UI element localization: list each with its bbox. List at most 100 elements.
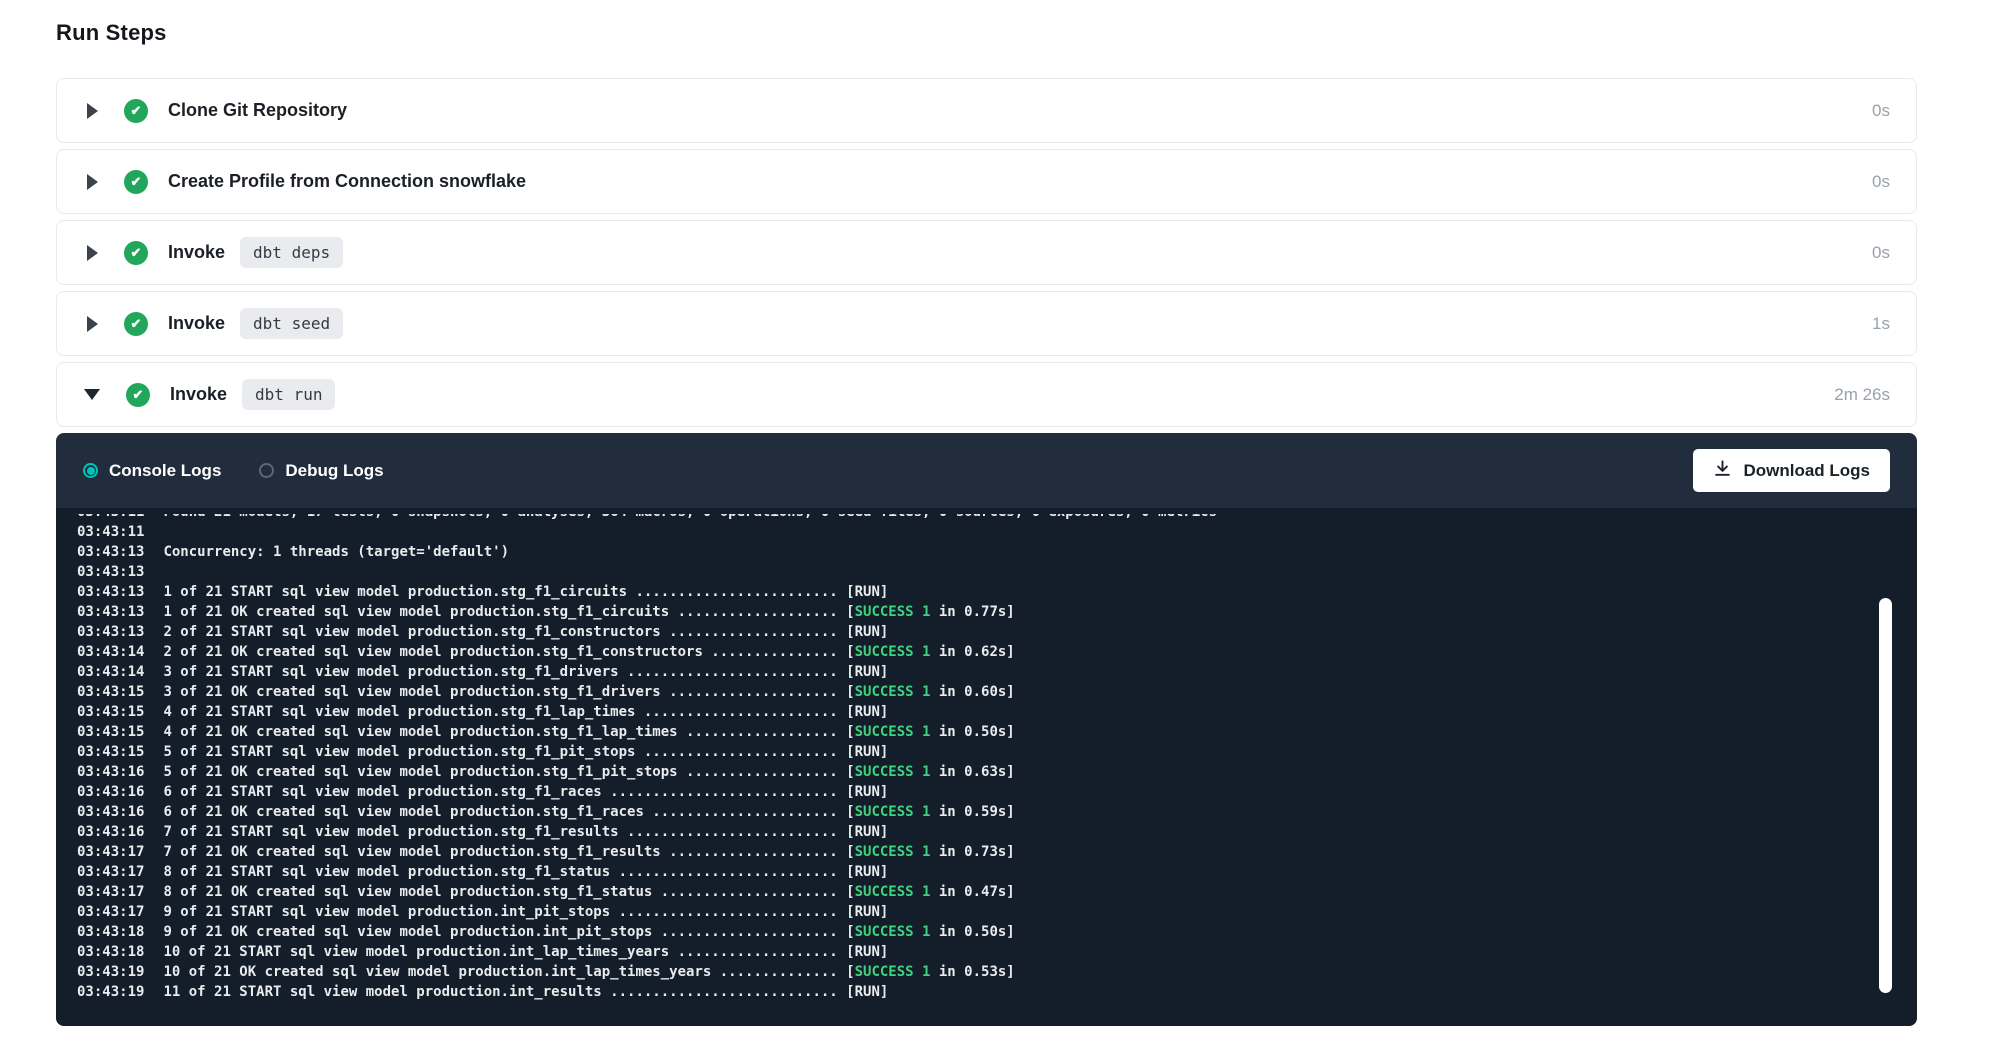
log-message-tail: in 0.63s] (930, 764, 1014, 780)
run-steps-page: Run Steps ✔Clone Git Repository0s✔Create… (0, 20, 2000, 1049)
log-line: 03:43:13 2 of 21 START sql view model pro… (77, 622, 1857, 642)
step-duration: 0s (1872, 172, 1890, 192)
log-success-tag: SUCCESS 1 (855, 604, 931, 620)
caret-down-icon[interactable] (84, 389, 100, 400)
log-success-tag: SUCCESS 1 (855, 884, 931, 900)
log-success-tag: SUCCESS 1 (855, 844, 931, 860)
log-timestamp: 03:43:15 (77, 704, 144, 720)
log-timestamp: 03:43:13 (77, 624, 144, 640)
log-line: 03:43:178 of 21 OK created sql view mode… (77, 882, 1857, 902)
step-command-chip: dbt seed (240, 308, 343, 339)
log-message: 5 of 21 OK created sql view model produc… (163, 764, 854, 780)
log-message-tail: in 0.50s] (930, 924, 1014, 940)
log-success-tag: SUCCESS 1 (855, 804, 931, 820)
log-timestamp: 03:43:17 (77, 844, 144, 860)
log-message: 10 of 21 START sql view model production… (163, 944, 888, 960)
log-message: 3 of 21 START sql view model production.… (163, 664, 888, 680)
log-lines: 03:43:11Found 21 models, 17 tests, 0 sna… (77, 514, 1857, 1026)
log-message-tail: in 0.73s] (930, 844, 1014, 860)
log-line: 03:43:154 of 21 START sql view model pro… (77, 702, 1857, 722)
step-label: Create Profile from Connection snowflake (168, 171, 526, 192)
log-message-tail: in 0.50s] (930, 724, 1014, 740)
download-logs-button[interactable]: Download Logs (1693, 449, 1890, 492)
run-steps-list: ✔Clone Git Repository0s✔Create Profile f… (56, 78, 1917, 1026)
log-timestamp: 03:43:13 (77, 604, 144, 620)
step-row[interactable]: ✔Invokedbt deps0s (56, 220, 1917, 285)
log-message: 10 of 21 OK created sql view model produ… (163, 964, 854, 980)
log-message: 9 of 21 START sql view model production.… (163, 904, 888, 920)
log-message: 2 of 21 START sql view model production.… (163, 624, 888, 640)
log-line: 03:43:15 3 of 21 OK created sql view mode… (77, 682, 1857, 702)
log-message-tail: in 0.47s] (930, 884, 1014, 900)
log-message: 9 of 21 OK created sql view model produc… (163, 924, 854, 940)
step-row[interactable]: ✔Invokedbt run2m 26s (56, 362, 1917, 427)
log-timestamp: 03:43:17 (77, 864, 144, 880)
log-line: 03:43:14 2 of 21 OK created sql view mode… (77, 642, 1857, 662)
log-message: 5 of 21 START sql view model production.… (163, 744, 888, 760)
log-line: 03:43:19 10 of 21 OK created sql view mod… (77, 962, 1857, 982)
caret-right-icon[interactable] (87, 174, 98, 190)
log-console[interactable]: 03:43:11Found 21 models, 17 tests, 0 sna… (56, 508, 1917, 1026)
log-timestamp: 03:43:13 (77, 544, 144, 560)
log-timestamp: 03:43:14 (77, 644, 144, 660)
caret-right-icon[interactable] (87, 245, 98, 261)
log-message-tail: in 0.62s] (930, 644, 1014, 660)
log-message-tail: in 0.59s] (930, 804, 1014, 820)
log-message-tail: in 0.77s] (930, 604, 1014, 620)
success-check-icon: ✔ (126, 383, 150, 407)
log-message: 4 of 21 OK created sql view model produc… (163, 724, 854, 740)
page-title: Run Steps (56, 20, 2000, 46)
log-timestamp: 03:43:18 (77, 924, 144, 940)
log-panel: Console Logs Debug Logs Download Logs 03:43… (56, 433, 1917, 1026)
log-message: 2 of 21 OK created sql view model produc… (163, 644, 854, 660)
log-message: 1 of 21 OK created sql view model produc… (163, 604, 854, 620)
log-line: 03:43:131 of 21 START sql view model pro… (77, 582, 1857, 602)
log-line: 03:43:13 1 of 21 OK created sql view mode… (77, 602, 1857, 622)
log-type-radio-group: Console Logs Debug Logs (83, 461, 384, 481)
step-row[interactable]: ✔Invokedbt seed1s (56, 291, 1917, 356)
step-row[interactable]: ✔Create Profile from Connection snowflak… (56, 149, 1917, 214)
log-timestamp: 03:43:16 (77, 764, 144, 780)
radio-option-debug-logs[interactable]: Debug Logs (259, 461, 383, 481)
step-command-chip: dbt deps (240, 237, 343, 268)
log-timestamp: 03:43:13 (77, 584, 144, 600)
log-success-tag: SUCCESS 1 (855, 724, 931, 740)
scrollbar-thumb[interactable] (1879, 598, 1892, 993)
log-line: 03:43:13Concurrency: 1 threads (target='… (77, 542, 1857, 562)
log-message: 8 of 21 OK created sql view model produc… (163, 884, 854, 900)
log-timestamp: 03:43:14 (77, 664, 144, 680)
step-label: Invoke (170, 384, 227, 405)
success-check-icon: ✔ (124, 99, 148, 123)
caret-right-icon[interactable] (87, 316, 98, 332)
log-line: 03:43:16 6 of 21 OK created sql view mode… (77, 802, 1857, 822)
log-line: 03:43:179 of 21 START sql view model pro… (77, 902, 1857, 922)
log-line: 03:43:11 (77, 522, 1857, 542)
step-duration: 2m 26s (1834, 385, 1890, 405)
radio-option-console-logs[interactable]: Console Logs (83, 461, 221, 481)
log-timestamp: 03:43:19 (77, 984, 144, 1000)
log-message-tail: in 0.53s] (930, 964, 1014, 980)
log-timestamp: 03:43:15 (77, 684, 144, 700)
radio-label: Console Logs (109, 461, 221, 481)
log-message-tail: in 0.60s] (930, 684, 1014, 700)
caret-right-icon[interactable] (87, 103, 98, 119)
log-line: 03:43:11Found 21 models, 17 tests, 0 sna… (77, 514, 1857, 522)
log-success-tag: SUCCESS 1 (855, 764, 931, 780)
log-timestamp: 03:43:19 (77, 964, 144, 980)
log-line: 03:43:1911 of 21 START sql view model pr… (77, 982, 1857, 1002)
log-message: 6 of 21 OK created sql view model produc… (163, 804, 854, 820)
log-line: 03:43:155 of 21 START sql view model pro… (77, 742, 1857, 762)
success-check-icon: ✔ (124, 241, 148, 265)
log-message: 7 of 21 OK created sql view model produc… (163, 844, 854, 860)
log-message: 3 of 21 OK created sql view model produc… (163, 684, 854, 700)
scrollbar-track[interactable] (1879, 508, 1892, 1026)
log-message: 8 of 21 START sql view model production.… (163, 864, 888, 880)
success-check-icon: ✔ (124, 312, 148, 336)
download-icon (1713, 459, 1732, 483)
step-label: Invoke (168, 313, 225, 334)
step-duration: 0s (1872, 101, 1890, 121)
step-row[interactable]: ✔Clone Git Repository0s (56, 78, 1917, 143)
log-timestamp: 03:43:16 (77, 804, 144, 820)
radio-unselected-icon (259, 463, 274, 478)
log-timestamp: 03:43:13 (77, 564, 144, 580)
